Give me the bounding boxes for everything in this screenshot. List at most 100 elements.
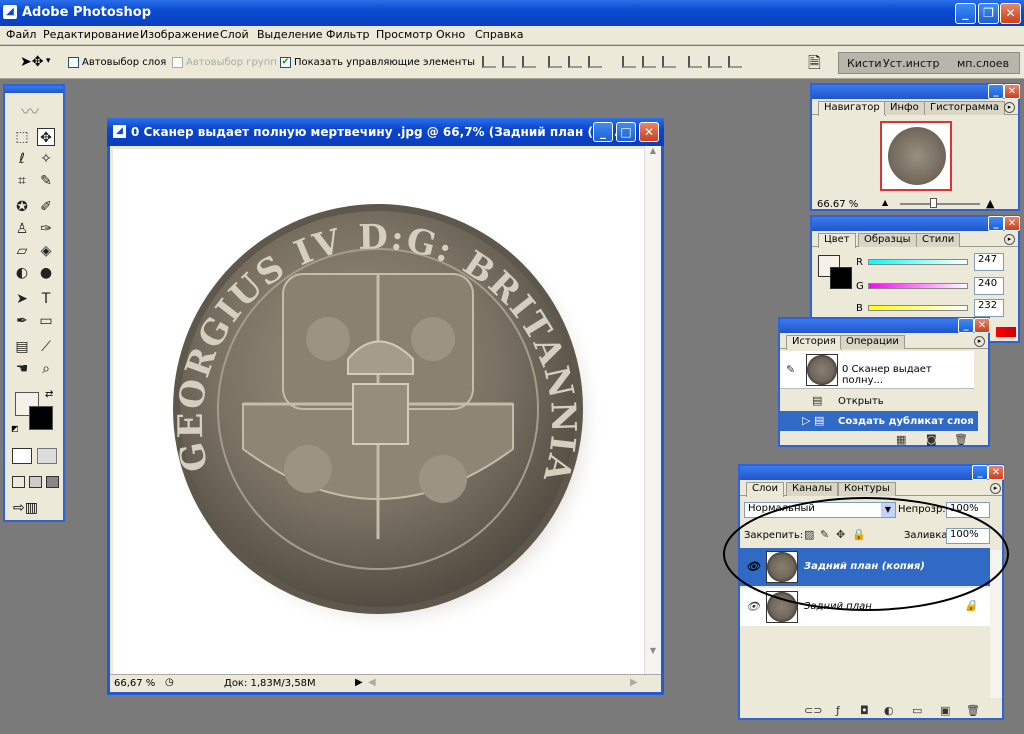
- auto-select-groups-checkbox[interactable]: [172, 57, 183, 68]
- history-close-button[interactable]: ✕: [974, 318, 990, 333]
- show-controls-checkbox[interactable]: ✔: [280, 57, 291, 68]
- tab-histogram[interactable]: Гистограмма: [924, 101, 1005, 115]
- history-snapshot-row[interactable]: ✎ 0 Сканер выдает полну...: [780, 351, 974, 389]
- crop-tool-icon[interactable]: ⌗: [13, 172, 31, 190]
- move-tool-icon[interactable]: ➤✥: [20, 54, 43, 70]
- screen-mode-standard-icon[interactable]: [12, 476, 25, 488]
- menu-select[interactable]: Выделение: [257, 28, 323, 41]
- tab-swatches[interactable]: Образцы: [858, 233, 917, 247]
- menu-help[interactable]: Справка: [475, 28, 523, 41]
- brush-tool-icon[interactable]: ✐: [37, 198, 55, 216]
- zoom-in-icon[interactable]: ▲: [986, 197, 994, 210]
- screen-mode-full-icon[interactable]: [46, 476, 59, 488]
- doc-maximize-button[interactable]: □: [616, 122, 636, 142]
- swap-colors-icon[interactable]: ⇄: [45, 389, 53, 400]
- tab-actions[interactable]: Операции: [840, 335, 905, 349]
- tab-history[interactable]: История: [786, 335, 842, 350]
- distribute-vcenter-icon[interactable]: [642, 56, 656, 68]
- navigator-zoom-field[interactable]: 66.67 %: [817, 199, 858, 210]
- auto-select-layer-checkbox[interactable]: [68, 57, 79, 68]
- distribute-left-icon[interactable]: [688, 56, 702, 68]
- hscroll-left-icon[interactable]: ◀: [368, 677, 376, 688]
- feather-logo-icon[interactable]: 〰: [21, 98, 55, 123]
- slice-tool-icon[interactable]: ✎: [37, 172, 55, 190]
- tab-info[interactable]: Инфо: [884, 101, 925, 115]
- notes-tool-icon[interactable]: ▤: [13, 338, 31, 356]
- zoom-tool-icon[interactable]: ⌕: [37, 360, 55, 378]
- restore-button[interactable]: ❐: [978, 3, 999, 24]
- history-brush-icon[interactable]: ✑: [37, 220, 55, 238]
- delete-state-icon[interactable]: 🗑: [954, 433, 968, 446]
- healing-brush-icon[interactable]: ✪: [13, 198, 31, 216]
- image-canvas[interactable]: GEORGIUS IV D:G: BRITANNIARUM REX F:D:: [113, 149, 646, 674]
- path-selection-icon[interactable]: ➤: [13, 290, 31, 308]
- align-hcenter-icon[interactable]: [568, 56, 582, 68]
- navigator-menu-icon[interactable]: ▸: [1004, 102, 1015, 113]
- move-tool-icon[interactable]: ✥: [37, 128, 55, 146]
- new-layer-icon[interactable]: ▣: [940, 704, 950, 717]
- screen-mode-full-menu-icon[interactable]: [29, 476, 42, 488]
- g-slider[interactable]: [868, 283, 968, 289]
- doc-close-button[interactable]: ✕: [639, 122, 659, 142]
- g-value[interactable]: 240: [974, 277, 1004, 295]
- scroll-up-icon[interactable]: ▲: [645, 146, 661, 160]
- type-tool-icon[interactable]: T: [37, 290, 55, 308]
- adjustment-layer-icon[interactable]: ◐: [884, 704, 894, 717]
- vertical-scrollbar[interactable]: ▲ ▼: [644, 146, 661, 676]
- new-snapshot-icon[interactable]: ◙: [926, 433, 937, 446]
- menu-view[interactable]: Просмотр: [376, 28, 432, 41]
- color-close-button[interactable]: ✕: [1004, 216, 1020, 231]
- history-item[interactable]: ▤ Открыть: [780, 391, 978, 411]
- tab-color[interactable]: Цвет: [818, 233, 856, 248]
- align-right-icon[interactable]: [588, 56, 602, 68]
- eraser-tool-icon[interactable]: ▱: [13, 242, 31, 260]
- align-bottom-icon[interactable]: [522, 56, 536, 68]
- align-vcenter-icon[interactable]: [502, 56, 516, 68]
- color-menu-icon[interactable]: ▸: [1004, 234, 1015, 245]
- clone-stamp-icon[interactable]: ♙: [13, 220, 31, 238]
- eyedropper-icon[interactable]: ⟋: [37, 338, 55, 356]
- color-bg-swatch[interactable]: [830, 267, 852, 289]
- palette-well-tab-layer-comps[interactable]: мп.слоев: [957, 57, 1009, 70]
- menu-filter[interactable]: Фильтр: [326, 28, 370, 41]
- close-button[interactable]: ✕: [1000, 3, 1021, 24]
- navigator-view-box[interactable]: [880, 121, 952, 191]
- color-ramp[interactable]: [996, 327, 1016, 337]
- history-minimize-button[interactable]: _: [958, 318, 974, 333]
- menu-edit[interactable]: Редактирование: [43, 28, 139, 41]
- tool-preset-arrow-icon[interactable]: ▾: [46, 56, 51, 66]
- history-menu-icon[interactable]: ▸: [974, 336, 985, 347]
- status-menu-arrow-icon[interactable]: ▶: [355, 677, 363, 688]
- hand-tool-icon[interactable]: ☚: [13, 360, 31, 378]
- distribute-hcenter-icon[interactable]: [708, 56, 722, 68]
- align-left-icon[interactable]: [548, 56, 562, 68]
- hscroll-right-icon[interactable]: ▶: [630, 677, 638, 688]
- b-slider[interactable]: [868, 305, 968, 311]
- r-slider[interactable]: [868, 259, 968, 265]
- navigator-close-button[interactable]: ✕: [1004, 84, 1020, 99]
- palette-well-tab-brushes[interactable]: Кисти: [847, 57, 882, 70]
- pen-tool-icon[interactable]: ✒: [13, 312, 31, 330]
- delete-layer-icon[interactable]: 🗑: [966, 704, 980, 717]
- magic-wand-icon[interactable]: ✧: [37, 150, 55, 168]
- tab-navigator[interactable]: Навигатор: [818, 101, 886, 116]
- doc-info-icon[interactable]: ◷: [165, 677, 174, 688]
- distribute-top-icon[interactable]: [622, 56, 636, 68]
- color-minimize-button[interactable]: _: [988, 216, 1004, 231]
- menu-layer[interactable]: Слой: [220, 28, 249, 41]
- background-color-swatch[interactable]: [29, 406, 53, 430]
- align-top-icon[interactable]: [482, 56, 496, 68]
- zoom-out-icon[interactable]: ▲: [882, 198, 888, 207]
- link-layers-icon[interactable]: ⊂⊃: [804, 704, 822, 717]
- b-value[interactable]: 232: [974, 299, 1004, 317]
- zoom-slider-thumb[interactable]: [930, 198, 937, 208]
- history-item-selected[interactable]: ▷ ▤ Создать дубликат слоя: [780, 411, 978, 431]
- doc-minimize-button[interactable]: _: [593, 122, 613, 142]
- new-document-from-state-icon[interactable]: ▦: [896, 433, 906, 446]
- distribute-bottom-icon[interactable]: [662, 56, 676, 68]
- distribute-right-icon[interactable]: [728, 56, 742, 68]
- tab-styles[interactable]: Стили: [916, 233, 961, 247]
- add-mask-icon[interactable]: ◘: [860, 704, 869, 717]
- marquee-tool-icon[interactable]: ⬚: [13, 128, 31, 146]
- layers-minimize-button[interactable]: _: [972, 465, 988, 480]
